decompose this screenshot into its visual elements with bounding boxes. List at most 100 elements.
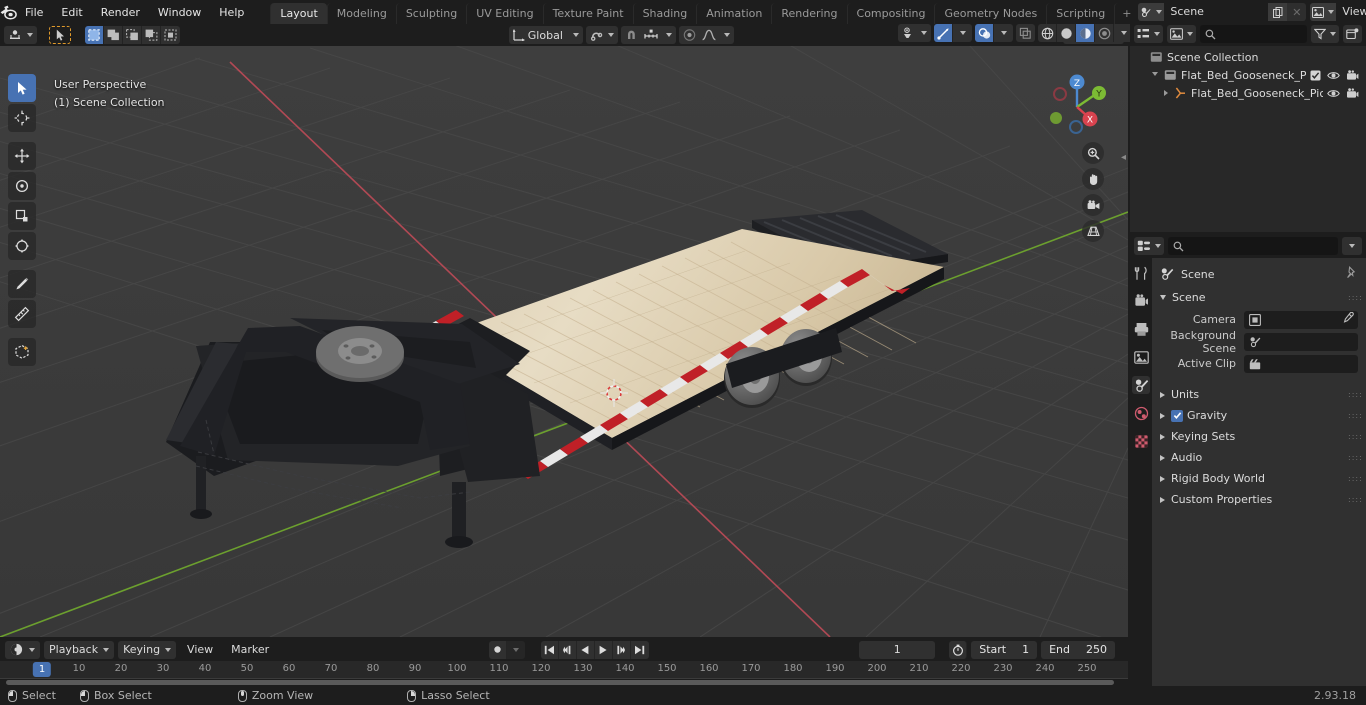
pan-hand-icon[interactable] bbox=[1082, 168, 1104, 190]
properties-options-dropdown[interactable] bbox=[1342, 237, 1362, 255]
view-layer-name-field[interactable]: View Layer bbox=[1336, 3, 1366, 21]
playhead[interactable]: 1 bbox=[32, 662, 52, 677]
proportional-edit-group[interactable] bbox=[620, 26, 676, 44]
menu-window[interactable]: Window bbox=[150, 3, 209, 21]
outliner-filter-button[interactable] bbox=[1311, 25, 1339, 43]
use-preview-range-icon[interactable] bbox=[949, 640, 968, 659]
add-workspace-button[interactable]: + bbox=[1114, 3, 1138, 24]
outliner-row-scene-collection[interactable]: Scene Collection bbox=[1130, 48, 1366, 66]
outliner-editor[interactable]: Scene Collection Flat_Bed_Gooseneck_Pick… bbox=[1130, 22, 1366, 232]
outliner-editor-type-selector[interactable] bbox=[1134, 25, 1163, 43]
tab-layout[interactable]: Layout bbox=[270, 3, 327, 24]
material-preview-shading-icon[interactable] bbox=[1076, 24, 1095, 42]
active-clip-field[interactable] bbox=[1244, 354, 1358, 373]
tab-texture-icon[interactable] bbox=[1132, 432, 1150, 450]
tool-select-box-icon[interactable] bbox=[8, 74, 36, 102]
tab-scene-icon[interactable] bbox=[1132, 376, 1150, 394]
show-overlays-icon[interactable] bbox=[975, 24, 994, 42]
gravity-checkbox[interactable] bbox=[1171, 409, 1183, 422]
tab-texture-paint[interactable]: Texture Paint bbox=[542, 3, 633, 24]
navigation-gizmo[interactable]: Z Y X bbox=[1042, 72, 1112, 142]
properties-search-input[interactable] bbox=[1168, 237, 1338, 255]
next-keyframe-icon[interactable] bbox=[612, 640, 631, 659]
properties-editor[interactable]: Scene Scene :::: Camera Background Scene… bbox=[1130, 234, 1366, 686]
keying-dropdown[interactable]: Keying bbox=[118, 640, 177, 659]
panel-header-custom-properties[interactable]: Custom Properties :::: bbox=[1152, 489, 1366, 510]
tab-sculpting[interactable]: Sculpting bbox=[395, 3, 466, 24]
chevron-down-icon[interactable] bbox=[1152, 71, 1158, 79]
scrollbar-thumb[interactable] bbox=[6, 680, 1114, 685]
tool-move-icon[interactable] bbox=[8, 142, 36, 170]
camera-view-icon[interactable] bbox=[1082, 194, 1104, 216]
eyedropper-icon[interactable] bbox=[1342, 311, 1354, 327]
tab-shading[interactable]: Shading bbox=[632, 3, 697, 24]
toggle-orthographic-icon[interactable] bbox=[1082, 220, 1104, 242]
play-icon[interactable] bbox=[594, 640, 613, 659]
menu-edit[interactable]: Edit bbox=[53, 3, 90, 21]
tool-add-cube-icon[interactable] bbox=[8, 338, 36, 366]
scene-name-field[interactable]: Scene bbox=[1164, 3, 1269, 21]
tab-animation[interactable]: Animation bbox=[696, 3, 771, 24]
tab-output-icon[interactable] bbox=[1132, 320, 1150, 338]
select-intersect-icon[interactable] bbox=[161, 26, 180, 44]
viewport-canvas[interactable] bbox=[0, 46, 1128, 637]
outliner-row-object-collection[interactable]: Flat_Bed_Gooseneck_Pickup_ bbox=[1130, 66, 1366, 84]
tab-render-icon[interactable] bbox=[1132, 292, 1150, 310]
object-visibility-dropdown[interactable] bbox=[898, 24, 931, 42]
editor-type-selector[interactable] bbox=[4, 26, 37, 44]
play-reverse-icon[interactable] bbox=[576, 640, 595, 659]
wireframe-shading-icon[interactable] bbox=[1038, 24, 1057, 42]
tweak-tool-button[interactable] bbox=[49, 26, 71, 44]
eye-icon[interactable] bbox=[1327, 70, 1340, 81]
view-layer-id-block[interactable]: View Layer ✕ bbox=[1310, 3, 1366, 21]
chevron-right-icon[interactable] bbox=[1164, 90, 1168, 96]
proportional-editing-toggle[interactable] bbox=[678, 26, 734, 44]
transform-orientation-selector[interactable]: Global bbox=[508, 26, 583, 44]
overlay-options-chevron-icon[interactable] bbox=[994, 24, 1013, 42]
jump-to-start-icon[interactable] bbox=[540, 640, 559, 659]
tool-transform-icon[interactable] bbox=[8, 232, 36, 260]
panel-header-audio[interactable]: Audio :::: bbox=[1152, 447, 1366, 468]
panel-header-units[interactable]: Units :::: bbox=[1152, 384, 1366, 405]
playback-dropdown[interactable]: Playback bbox=[44, 640, 115, 659]
tab-rendering[interactable]: Rendering bbox=[771, 3, 846, 24]
3d-viewport[interactable]: User Perspective (1) Scene Collection Z … bbox=[0, 46, 1128, 637]
panel-header-scene[interactable]: Scene :::: bbox=[1152, 288, 1366, 307]
select-set-icon[interactable] bbox=[85, 26, 104, 44]
checkbox-icon[interactable] bbox=[1310, 70, 1321, 81]
tab-geometry-nodes[interactable]: Geometry Nodes bbox=[934, 3, 1046, 24]
menu-help[interactable]: Help bbox=[211, 3, 252, 21]
gizmo-options-chevron-icon[interactable] bbox=[953, 24, 972, 42]
camera-field[interactable] bbox=[1244, 310, 1358, 329]
outliner-search-input[interactable] bbox=[1200, 25, 1307, 43]
jump-to-end-icon[interactable] bbox=[630, 640, 649, 659]
select-subtract-icon[interactable] bbox=[123, 26, 142, 44]
tab-modeling[interactable]: Modeling bbox=[326, 3, 396, 24]
tab-scripting[interactable]: Scripting bbox=[1046, 3, 1114, 24]
scene-id-block[interactable]: Scene ✕ bbox=[1138, 3, 1307, 21]
panel-header-rigid-body-world[interactable]: Rigid Body World :::: bbox=[1152, 468, 1366, 489]
tab-view-layer-icon[interactable] bbox=[1132, 348, 1150, 366]
rendered-shading-icon[interactable] bbox=[1095, 24, 1114, 42]
tab-uv-editing[interactable]: UV Editing bbox=[466, 3, 542, 24]
blender-logo-icon[interactable] bbox=[0, 0, 17, 24]
viewport-sidebar-toggle-icon[interactable]: ◂ bbox=[1121, 152, 1126, 163]
auto-keying-options-chevron-icon[interactable] bbox=[506, 640, 525, 659]
outliner-row-object[interactable]: Flat_Bed_Gooseneck_Pic bbox=[1130, 84, 1366, 102]
new-scene-button[interactable] bbox=[1268, 3, 1288, 21]
panel-header-keying-sets[interactable]: Keying Sets :::: bbox=[1152, 426, 1366, 447]
prev-keyframe-icon[interactable] bbox=[558, 640, 577, 659]
timeline-horizontal-scrollbar[interactable] bbox=[0, 679, 1128, 686]
eye-icon[interactable] bbox=[1327, 88, 1340, 99]
snap-magnet-toggle[interactable] bbox=[585, 26, 618, 44]
toggle-xray-icon[interactable] bbox=[1016, 24, 1035, 42]
pin-icon[interactable] bbox=[1345, 266, 1358, 282]
timeline-ruler[interactable]: 1 10 20 30 40 50 60 70 80 90 100 110 120… bbox=[0, 661, 1128, 679]
menu-render[interactable]: Render bbox=[93, 3, 148, 21]
tool-measure-icon[interactable] bbox=[8, 300, 36, 328]
outliner-new-collection-button[interactable] bbox=[1343, 25, 1362, 43]
tab-tool-icon[interactable] bbox=[1132, 264, 1150, 282]
view-layer-icon[interactable] bbox=[1310, 3, 1337, 21]
background-scene-field[interactable] bbox=[1244, 332, 1358, 351]
zoom-icon[interactable] bbox=[1082, 142, 1104, 164]
